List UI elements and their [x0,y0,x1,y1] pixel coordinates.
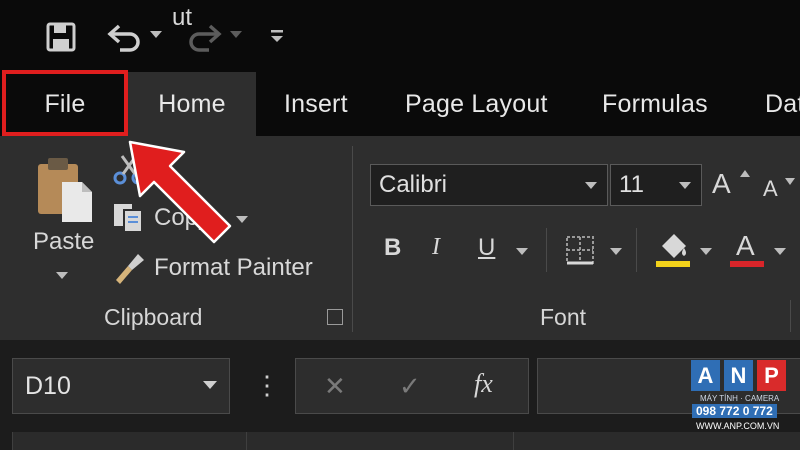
underline-dropdown-icon[interactable] [516,248,528,256]
shrink-font-caret-icon [785,178,795,185]
borders-icon [566,236,594,265]
font-name-combo[interactable]: Calibri [370,164,608,206]
tab-data[interactable]: Dat [765,72,800,136]
tab-formulas-label: Formulas [602,89,708,118]
font-size-combo[interactable]: 11 [610,164,702,206]
format-painter-icon [116,254,144,284]
font-size-value: 11 [619,171,644,198]
tab-formulas[interactable]: Formulas [602,72,708,136]
customize-qat-icon[interactable] [266,24,288,48]
formula-more-button[interactable]: ⋮ [254,370,280,401]
shrink-font-button[interactable]: A [763,176,795,202]
borders-button[interactable] [564,234,600,268]
grow-font-button[interactable]: A [712,168,750,200]
tab-home-label: Home [158,89,226,118]
group-divider [352,146,353,332]
font-divider-2 [636,228,637,272]
logo-letter-a: A [691,360,720,391]
paste-label: Paste [33,228,95,255]
fill-color-dropdown-icon[interactable] [700,248,712,256]
name-box-dropdown-icon [203,381,217,389]
font-size-dropdown-icon [679,182,691,189]
font-divider [546,228,547,272]
logo-letter-p: P [757,360,786,391]
bold-button[interactable]: B [384,234,401,262]
tab-insert[interactable]: Insert [284,72,348,136]
logo-tagline: MÁY TÍNH · CAMERA [700,394,780,403]
enter-icon[interactable]: ✓ [399,371,421,402]
underline-label: U [478,234,496,261]
save-icon[interactable] [44,20,78,54]
fill-color-icon [656,234,690,267]
format-painter-label: Format Painter [154,254,313,281]
group-divider-2 [790,300,791,332]
logo-website: WWW.ANP.COM.VN [696,421,780,431]
grow-font-label: A [712,168,731,199]
font-name-dropdown-icon [585,182,597,189]
copy-dropdown-icon [236,216,248,223]
tab-page-layout-label: Page Layout [405,89,548,118]
undo-icon[interactable] [105,20,145,54]
paste-dropdown-icon [56,272,68,279]
insert-function-icon[interactable]: fx [474,369,493,399]
shrink-font-label: A [763,176,778,201]
quick-access-toolbar [0,0,800,72]
underline-button[interactable]: U [478,234,495,262]
cancel-icon[interactable]: ✕ [324,371,346,402]
borders-dropdown-icon[interactable] [610,248,622,256]
paste-icon [38,158,92,222]
undo-dropdown-icon[interactable] [148,28,164,42]
column-header-a[interactable]: A [12,432,246,450]
formula-buttons: ✕ ✓ fx [295,358,529,414]
italic-label: I [432,234,440,260]
logo-phone: 098 772 0 772 [692,404,777,418]
name-box[interactable]: D10 [12,358,230,414]
bold-label: B [384,234,402,261]
grow-font-caret-icon [740,170,750,177]
font-color-dropdown-icon[interactable] [774,248,786,256]
name-box-value: D10 [25,371,71,400]
clipboard-launcher-icon[interactable] [327,309,343,325]
column-header-b[interactable]: B [246,432,513,450]
font-color-button[interactable]: A [728,228,766,272]
red-arrow-icon [128,140,232,244]
font-name-value: Calibri [379,171,448,198]
font-group-label: Font [540,304,587,330]
tab-page-layout[interactable]: Page Layout [405,72,548,136]
format-painter-button[interactable]: Format Painter [112,248,332,288]
cut-label: ut [172,4,193,31]
clipboard-group-label: Clipboard [104,304,203,330]
tab-data-label: Dat [765,89,800,118]
column-header-c[interactable]: C [513,432,800,450]
paste-button[interactable]: Paste [28,150,98,286]
font-color-swatch [730,261,764,267]
file-tab-highlight [2,70,128,136]
italic-button[interactable]: I [432,234,440,261]
logo-letter-n: N [724,360,753,391]
tab-insert-label: Insert [284,89,348,118]
tab-home[interactable]: Home [128,72,256,136]
redo-dropdown-icon[interactable] [228,28,244,42]
fill-color-button[interactable] [654,228,694,272]
font-color-letter: A [736,230,755,261]
